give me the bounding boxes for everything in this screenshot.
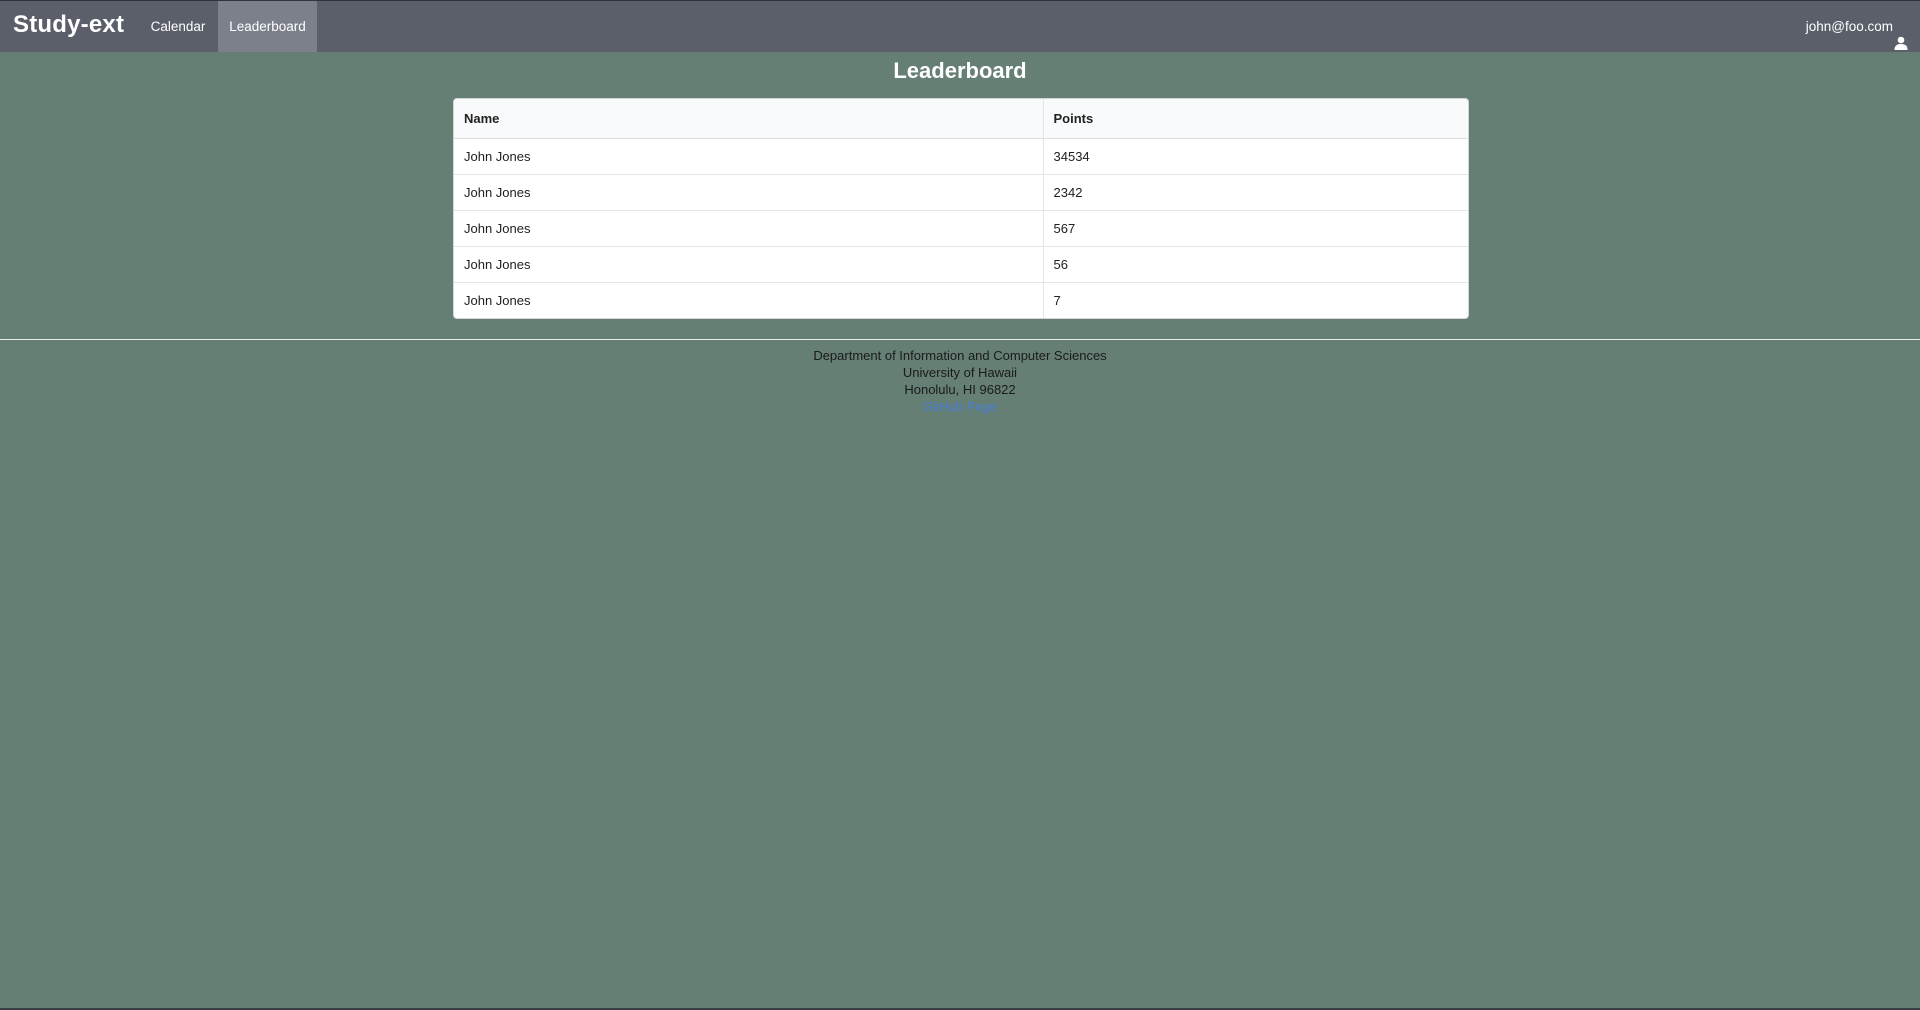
cell-name: John Jones bbox=[454, 209, 1044, 246]
footer-address: Honolulu, HI 96822 bbox=[904, 382, 1016, 397]
cell-points: 34534 bbox=[1053, 148, 1090, 164]
cell-points: 56 bbox=[1043, 245, 1468, 282]
table-row: John Jones 56 bbox=[454, 245, 1468, 282]
cell-points: 567 bbox=[1043, 209, 1468, 246]
footer-department: Department of Information and Computer S… bbox=[813, 348, 1107, 363]
cell-points: 2342 bbox=[1043, 173, 1468, 210]
brand-logo[interactable]: Study-ext bbox=[13, 11, 124, 39]
top-navbar: Study-ext Calendar Leaderboard john@foo.… bbox=[0, 0, 1920, 52]
footer-github-link[interactable]: GitHub Page bbox=[923, 399, 997, 414]
footer-divider bbox=[0, 339, 1920, 340]
column-header-name: Name bbox=[454, 99, 1044, 139]
column-header-points: Points bbox=[1043, 99, 1468, 139]
user-email: john@foo.com bbox=[1805, 19, 1893, 34]
cell-name: John Jones bbox=[454, 245, 1044, 282]
table-row: John Jones 567 bbox=[454, 209, 1468, 246]
cell-points: 7 bbox=[1043, 281, 1468, 318]
user-icon bbox=[1894, 20, 1908, 50]
footer-university: University of Hawaii bbox=[902, 365, 1018, 380]
table-row: John Jones 34534 bbox=[454, 138, 1468, 174]
leaderboard-table: Name Points John Jones 34534 John Jones … bbox=[453, 98, 1469, 319]
cell-name: John Jones bbox=[454, 281, 1044, 318]
table-header-row: Name Points bbox=[454, 99, 1468, 139]
nav-leaderboard[interactable]: Leaderboard bbox=[218, 1, 317, 52]
nav-calendar[interactable]: Calendar bbox=[140, 1, 216, 52]
cell-name: John Jones bbox=[454, 138, 1044, 174]
page-title: Leaderboard bbox=[893, 58, 1027, 83]
user-menu[interactable]: john@foo.com bbox=[1806, 1, 1908, 52]
table-row: John Jones 2342 bbox=[454, 173, 1468, 210]
footer: Department of Information and Computer S… bbox=[0, 347, 1920, 415]
cell-name: John Jones bbox=[454, 173, 1044, 210]
table-row: John Jones 7 bbox=[454, 281, 1468, 318]
